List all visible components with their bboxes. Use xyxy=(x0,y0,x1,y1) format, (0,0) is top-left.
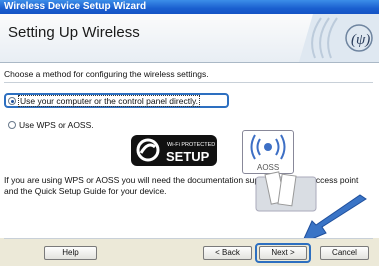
help-button[interactable]: Help xyxy=(44,246,97,260)
radio-selected-icon[interactable] xyxy=(8,97,16,105)
footer-divider xyxy=(4,238,373,239)
radio-wps-label[interactable]: Use WPS or AOSS. xyxy=(19,120,94,130)
aoss-wave-icon: AOSS xyxy=(250,134,286,172)
back-button[interactable]: < Back xyxy=(203,246,252,260)
radio-wps-option[interactable]: Use WPS or AOSS. xyxy=(8,120,94,130)
next-button[interactable]: Next > xyxy=(259,246,307,260)
wps-logo-big-text: SETUP xyxy=(166,149,210,164)
instruction-text: Choose a method for configuring the wire… xyxy=(4,69,209,79)
wps-key-icon: Wi-Fi PROTECTED SETUP xyxy=(136,138,215,164)
wps-logo: Wi-Fi PROTECTED SETUP xyxy=(131,135,217,166)
radio-computer-option[interactable]: Use your computer or the control panel d… xyxy=(8,95,200,107)
window-title: Wireless Device Setup Wizard xyxy=(0,0,379,14)
aoss-logo: AOSS xyxy=(242,130,294,174)
wizard-window: Wireless Device Setup Wizard Setting Up … xyxy=(0,0,379,266)
cancel-button[interactable]: Cancel xyxy=(320,246,369,260)
wps-logo-small-text: Wi-Fi PROTECTED xyxy=(167,142,215,148)
radio-computer-label[interactable]: Use your computer or the control panel d… xyxy=(18,95,200,107)
divider xyxy=(4,82,373,83)
radio-unselected-icon[interactable] xyxy=(8,121,16,129)
page-title: Setting Up Wireless xyxy=(8,24,140,41)
svg-text:(ψ): (ψ) xyxy=(351,32,370,48)
wireless-logo-icon: (ψ) xyxy=(299,14,379,62)
wizard-header: Setting Up Wireless (ψ) xyxy=(0,14,379,63)
